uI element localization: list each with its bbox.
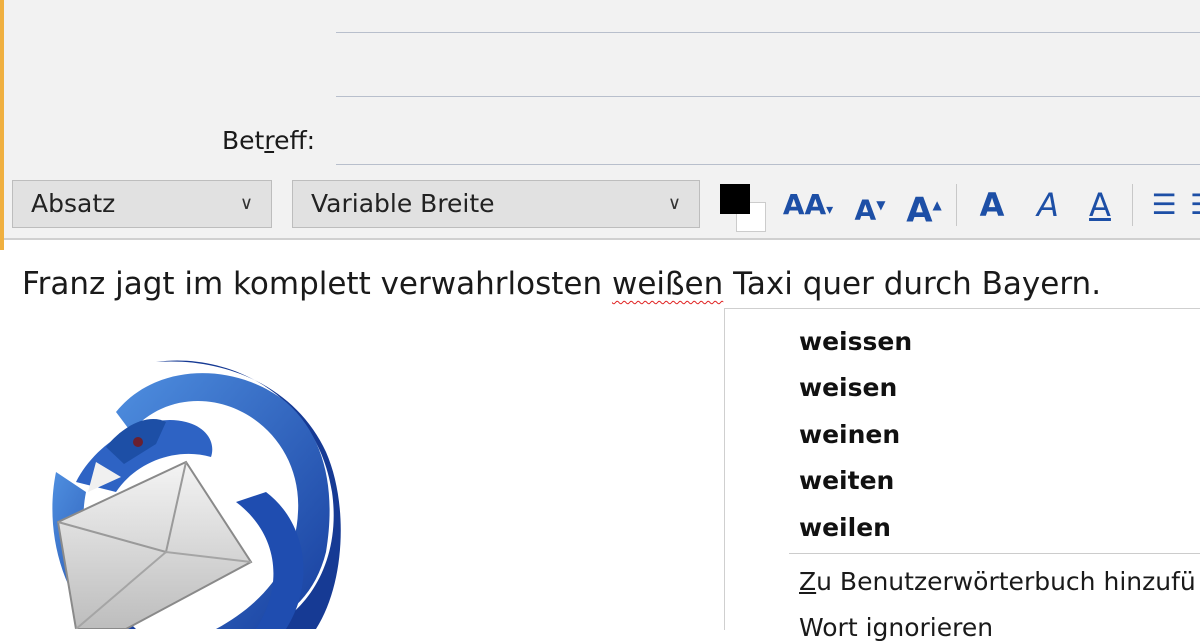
italic-icon[interactable]: A — [1028, 182, 1068, 228]
ignore-word-item[interactable]: Wort ignorieren — [799, 613, 993, 642]
compose-header: Betreff: — [4, 0, 1200, 176]
bold-icon[interactable]: A — [972, 182, 1012, 228]
paragraph-format-select[interactable]: Absatz ∨ — [12, 180, 272, 228]
underline-icon[interactable]: A — [1080, 182, 1120, 228]
increase-font-size-icon[interactable]: A▲ — [902, 182, 946, 230]
chevron-down-icon: ∨ — [239, 193, 253, 214]
toolbar-separator — [1132, 184, 1133, 226]
add-to-dictionary-item[interactable]: Zu Benutzerwörterbuch hinzufü — [799, 567, 1196, 596]
toolbar-separator — [956, 184, 957, 226]
spellcheck-context-menu: weissen weisen weinen weiten weilen Zu B… — [724, 308, 1200, 642]
subject-label: Betreff: — [222, 126, 316, 155]
decrease-font-size-icon[interactable]: A▼ — [850, 182, 890, 228]
subject-field-line — [336, 164, 1200, 165]
bulleted-list-icon[interactable]: ☰ — [1144, 182, 1184, 228]
font-select[interactable]: Variable Breite ∨ — [292, 180, 700, 228]
font-size-menu-icon[interactable]: AA▾ — [778, 182, 838, 228]
recipient-field-line — [336, 32, 1200, 33]
suggestion-item[interactable]: weinen — [799, 420, 900, 449]
suggestion-item[interactable]: weilen — [799, 513, 891, 542]
numbered-list-icon[interactable]: ☰ — [1190, 182, 1200, 228]
misspelled-word[interactable]: weißen — [612, 266, 723, 302]
menu-separator — [789, 553, 1200, 554]
chevron-down-icon: ∨ — [667, 193, 681, 214]
suggestion-item[interactable]: weissen — [799, 327, 912, 356]
suggestion-item[interactable]: weisen — [799, 373, 897, 402]
message-body-text[interactable]: Franz jagt im komplett verwahrlosten wei… — [22, 266, 1101, 302]
suggestion-item[interactable]: weiten — [799, 466, 894, 495]
thunderbird-logo — [52, 360, 341, 629]
format-toolbar: Absatz ∨ Variable Breite ∨ AA▾ A▼ A▲ A A… — [4, 176, 1200, 240]
recipient-field-line — [336, 96, 1200, 97]
subject-input[interactable] — [336, 108, 1200, 164]
text-color-button[interactable] — [716, 182, 766, 232]
text-color-swatch — [720, 184, 750, 214]
